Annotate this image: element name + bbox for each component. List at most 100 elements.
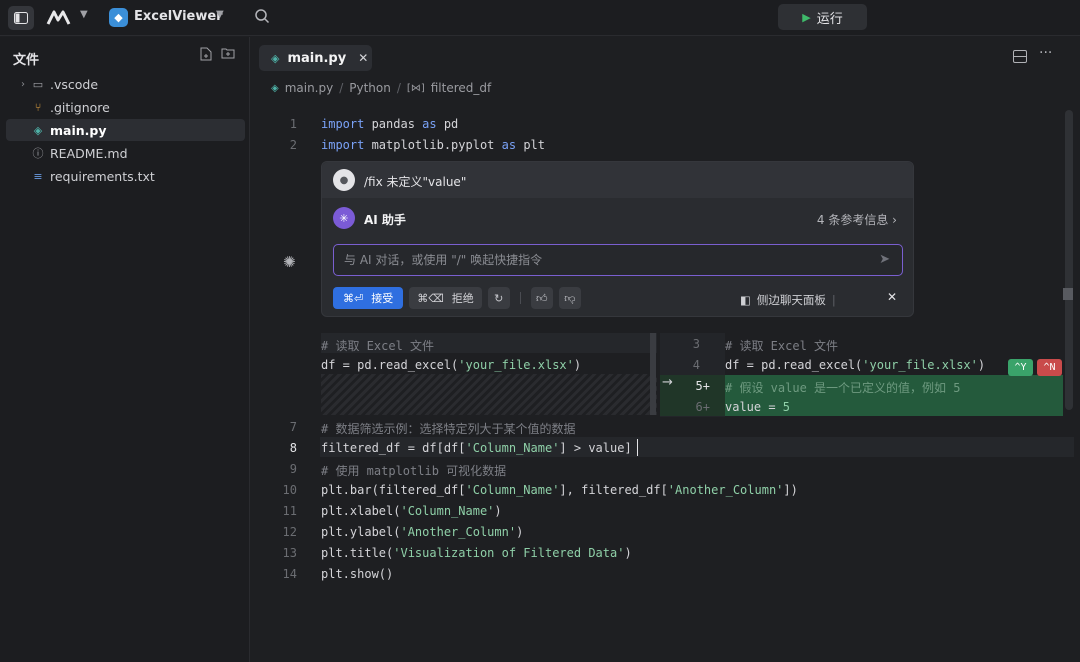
code-line[interactable]: import matplotlib.pyplot as plt [321,138,545,152]
ai-sparkle-icon[interactable]: ✺ [283,253,296,271]
code-line[interactable]: plt.show() [321,567,393,581]
toggle-sidebar-icon[interactable] [8,6,34,30]
tree-item-label: .gitignore [50,99,110,115]
explorer-title: 文件 [13,53,40,68]
code-line[interactable]: value = 5 [725,400,790,414]
code-line[interactable]: plt.bar(filtered_df['Column_Name'], filt… [321,483,798,497]
tab-label: main.py [287,50,347,66]
code-line[interactable]: df = pd.read_excel('your_file.xlsx') [321,358,581,372]
close-icon[interactable]: ✕ [887,290,897,304]
reject-label: 拒绝 [451,292,474,305]
chevron-down-icon[interactable]: ▼ [216,9,224,20]
chevron-down-icon[interactable]: ▼ [80,9,88,20]
diff-removed-placeholder [321,374,657,415]
tree-item-main-py[interactable]: ◈ main.py [6,119,245,141]
text-cursor [637,439,638,456]
line-number: 9 [289,462,297,476]
ai-chat-input[interactable] [344,251,864,269]
run-label: 运行 [816,11,843,27]
line-number: 2 [289,138,297,152]
user-avatar-icon: ● [333,169,355,191]
tree-item-readme[interactable]: ⓘ README.md [6,142,245,164]
line-number: 3 [692,337,700,351]
tree-item-gitignore[interactable]: ⑂ .gitignore [6,96,245,118]
ai-command-bar: ● /fix 未定义"value" [322,162,913,198]
code-line[interactable]: # 读取 Excel 文件 [321,337,434,354]
thumbs-down-icon[interactable]: 👎︎ [558,287,581,309]
git-icon: ⑂ [34,100,42,114]
line-number: 8 [289,441,297,455]
breadcrumb-item[interactable]: Python [349,81,391,95]
python-file-icon: ◈ [271,82,279,94]
project-icon: ◆ [109,8,128,27]
diff-scroll-handle[interactable] [650,333,656,415]
thumbs-up-icon[interactable]: 👍︎ [530,287,553,309]
ai-assistant-icon: ✳ [333,207,355,229]
scrollbar-marker [1063,288,1073,300]
code-line[interactable]: plt.title('Visualization of Filtered Dat… [321,546,632,560]
ai-command-text: /fix 未定义"value" [364,175,467,189]
breadcrumb-item[interactable]: filtered_df [431,81,492,95]
line-number: 7 [289,420,297,434]
search-icon[interactable] [254,8,274,28]
breadcrumb: ◈ main.py / Python / [⋈] filtered_df [271,81,492,95]
tree-item-label: README.md [50,145,128,161]
code-line[interactable]: # 读取 Excel 文件 [725,337,838,354]
reject-shortcut-badge[interactable]: ^N [1037,359,1062,376]
line-number: 10 [282,483,297,497]
python-file-icon: ◈ [33,123,43,137]
accept-shortcut: ⌘⏎ [343,291,364,305]
ai-chat-input-wrapper: ➤ [333,244,903,276]
code-line[interactable]: plt.xlabel('Column_Name') [321,504,502,518]
line-number: 13 [282,546,297,560]
project-name[interactable]: ExcelViewer [134,9,223,24]
line-number: 14 [282,567,297,581]
reject-button[interactable]: ⌘⌫ 拒绝 [409,287,482,309]
send-icon[interactable]: ➤ [879,252,890,267]
code-line[interactable]: # 使用 matplotlib 可视化数据 [321,462,506,479]
info-icon: ⓘ [32,147,44,160]
side-chat-panel-button[interactable]: ◧ 侧边聊天面板 | [740,292,836,308]
text-file-icon: ≡ [33,169,43,183]
python-file-icon: ◈ [271,51,280,65]
tab-main-py[interactable]: ◈ main.py ✕ [259,45,372,71]
variable-icon: [⋈] [406,82,425,94]
code-line[interactable]: plt.ylabel('Another_Column') [321,525,523,539]
tree-item-requirements[interactable]: ≡ requirements.txt [6,165,245,187]
line-number: 12 [282,525,297,539]
ai-action-bar: ⌘⏎ 接受 ⌘⌫ 拒绝 ↻ 👍︎ 👎︎ [333,287,581,309]
run-button[interactable]: ▶ 运行 [778,4,867,30]
side-chat-label: 侧边聊天面板 [756,293,826,307]
tree-item-label: .vscode [50,76,99,92]
line-number: 11 [282,504,297,518]
code-line[interactable]: df = pd.read_excel('your_file.xlsx') [725,358,985,372]
code-line[interactable]: import pandas as pd [321,117,458,131]
tree-item-vscode[interactable]: › ▭ .vscode [6,73,245,95]
side-panel-icon: ◧ [740,293,751,307]
new-file-icon[interactable] [198,47,214,63]
play-icon: ▶ [802,10,811,24]
close-tab-icon[interactable]: ✕ [358,51,368,65]
split-editor-icon[interactable] [1013,50,1027,67]
tree-item-label: requirements.txt [50,168,155,184]
code-line[interactable]: # 假设 value 是一个已定义的值，例如 5 [725,379,960,396]
ai-assistant-panel: ● /fix 未定义"value" ✳ AI 助手 4 条参考信息 › ➤ ⌘⏎… [321,161,914,317]
line-number: 6+ [695,400,710,414]
breadcrumb-item[interactable]: main.py [285,81,334,95]
chevron-right-icon[interactable]: › [16,79,30,90]
regenerate-icon[interactable]: ↻ [487,287,510,309]
references-link[interactable]: 4 条参考信息 › [817,211,897,228]
accept-button[interactable]: ⌘⏎ 接受 [333,287,404,309]
app-logo-icon[interactable] [44,6,74,30]
title-bar: ▼ ◆ ExcelViewer ▼ ▶ 运行 [0,0,1080,36]
more-icon[interactable]: ··· [1039,45,1052,61]
editor-scrollbar[interactable] [1065,110,1073,410]
file-explorer: 文件 › ▭ .vscode ⑂ .gitignore ◈ main.py ⓘ … [0,37,250,662]
new-folder-icon[interactable] [220,47,236,63]
tree-item-label: main.py [50,122,107,138]
code-line[interactable]: filtered_df = df[df['Column_Name'] > val… [321,441,632,455]
code-line[interactable]: # 数据筛选示例：选择特定列大于某个值的数据 [321,420,575,437]
accept-shortcut-badge[interactable]: ^Y [1008,359,1033,376]
ai-assistant-title: AI 助手 [364,213,406,227]
line-number: 5+ [695,379,710,393]
